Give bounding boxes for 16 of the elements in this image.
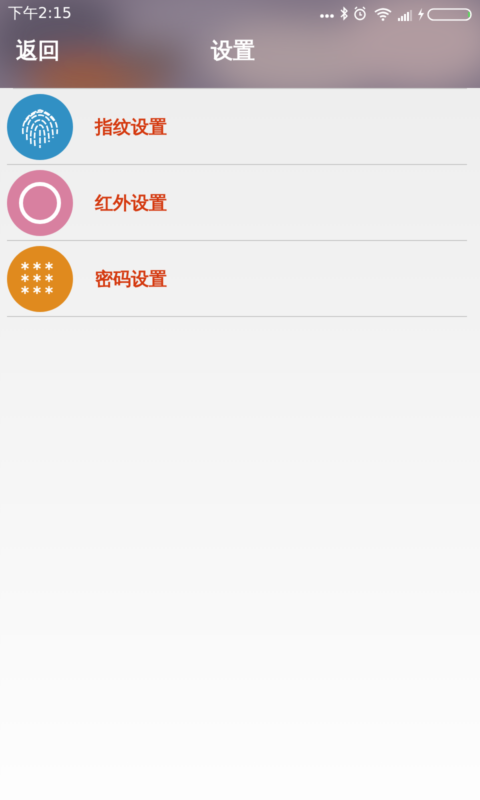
settings-item[interactable]: 指纹设置 (7, 89, 467, 165)
charging-icon (418, 8, 424, 21)
signal-icon (398, 10, 412, 21)
wifi-icon (374, 8, 392, 21)
item-label: 指纹设置 (95, 116, 167, 138)
page-title: 设置 (211, 38, 255, 66)
back-button[interactable]: 返回 (16, 36, 60, 66)
battery-icon (427, 8, 472, 21)
settings-item[interactable]: 密码设置 (7, 241, 467, 317)
status-time: 下午2:15 (8, 4, 72, 22)
bluetooth-icon (340, 6, 348, 21)
alarm-clock-icon (354, 6, 366, 20)
item-label: 红外设置 (95, 192, 167, 214)
more-dots-icon (320, 14, 334, 18)
item-label: 密码设置 (95, 268, 167, 290)
settings-item[interactable]: 红外设置 (7, 165, 467, 241)
